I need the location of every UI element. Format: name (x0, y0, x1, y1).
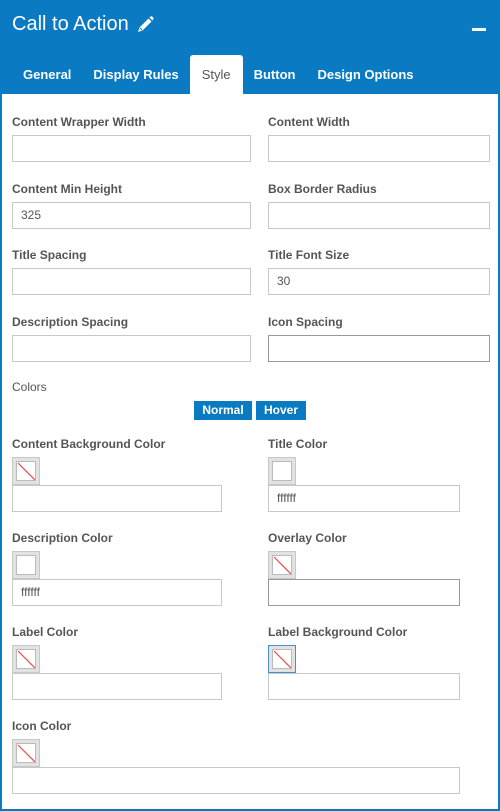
panel-header: Call to Action General Display Rules Sty… (2, 2, 498, 94)
title-font-size-input[interactable]: 30 (268, 268, 490, 295)
white-color-preview (272, 461, 292, 481)
label-background-color-swatch[interactable] (268, 645, 296, 673)
panel-title: Call to Action (12, 13, 155, 36)
content-min-height-input[interactable]: 325 (12, 202, 251, 229)
icon-color-input[interactable] (12, 767, 460, 794)
title-color-swatch[interactable] (268, 457, 296, 485)
overlay-color-swatch[interactable] (268, 551, 296, 579)
title-color-label: Title Color (268, 437, 328, 451)
content-background-color-swatch[interactable] (12, 457, 40, 485)
title-font-size-label: Title Font Size (268, 248, 350, 262)
description-spacing-input[interactable] (12, 335, 251, 362)
label-color-input[interactable] (12, 673, 222, 700)
tab-general[interactable]: General (12, 55, 82, 94)
label-color-label: Label Color (12, 625, 79, 639)
minimize-icon[interactable] (472, 28, 486, 31)
content-min-height-label: Content Min Height (12, 182, 122, 196)
call-to-action-panel: Call to Action General Display Rules Sty… (0, 0, 500, 811)
no-color-icon (16, 649, 36, 669)
pencil-icon[interactable] (135, 15, 155, 35)
description-color-label: Description Color (12, 531, 113, 545)
box-border-radius-label: Box Border Radius (268, 182, 377, 196)
title-spacing-input[interactable] (12, 268, 251, 295)
tab-style[interactable]: Style (189, 55, 243, 94)
panel-title-text: Call to Action (12, 13, 129, 35)
description-spacing-label: Description Spacing (12, 315, 129, 329)
tab-bar: General Display Rules Style Button Desig… (12, 55, 425, 94)
normal-state-button[interactable]: Normal (194, 401, 252, 420)
overlay-color-label: Overlay Color (268, 531, 347, 545)
tab-display-rules[interactable]: Display Rules (82, 55, 189, 94)
content-width-label: Content Width (268, 115, 350, 129)
no-color-icon (16, 743, 36, 763)
tab-design-options[interactable]: Design Options (306, 55, 424, 94)
hover-state-button[interactable]: Hover (256, 401, 306, 420)
content-background-color-label: Content Background Color (12, 437, 166, 451)
content-background-color-input[interactable] (12, 485, 222, 512)
icon-color-swatch[interactable] (12, 739, 40, 767)
no-color-icon (16, 461, 36, 481)
content-wrapper-width-input[interactable] (12, 135, 251, 162)
no-color-icon (272, 555, 292, 575)
no-color-icon (272, 649, 292, 669)
box-border-radius-input[interactable] (268, 202, 490, 229)
icon-color-label: Icon Color (12, 719, 72, 733)
description-color-input[interactable]: ffffff (12, 579, 222, 606)
content-width-input[interactable] (268, 135, 490, 162)
title-color-input[interactable]: ffffff (268, 485, 460, 512)
overlay-color-input[interactable] (268, 579, 460, 606)
label-background-color-input[interactable] (268, 673, 460, 700)
white-color-preview (16, 555, 36, 575)
content-wrapper-width-label: Content Wrapper Width (12, 115, 146, 129)
colors-section-label: Colors (12, 380, 47, 394)
icon-spacing-input[interactable] (268, 335, 490, 362)
icon-spacing-label: Icon Spacing (268, 315, 343, 329)
label-background-color-label: Label Background Color (268, 625, 408, 639)
label-color-swatch[interactable] (12, 645, 40, 673)
tab-button[interactable]: Button (243, 55, 307, 94)
description-color-swatch[interactable] (12, 551, 40, 579)
title-spacing-label: Title Spacing (12, 248, 87, 262)
